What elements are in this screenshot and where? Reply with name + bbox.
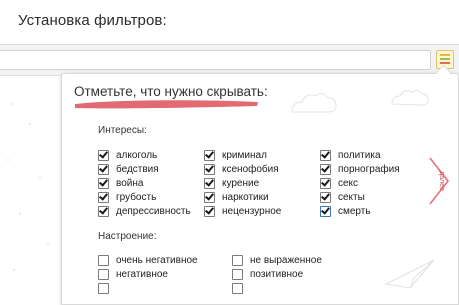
mood-option-very-negative[interactable]: очень негативное [98, 254, 198, 267]
filter-option-war[interactable]: война [98, 177, 143, 190]
checkbox[interactable] [320, 192, 331, 203]
filter-option-sects[interactable]: секты [320, 191, 365, 204]
checkbox[interactable] [98, 206, 109, 217]
checkbox[interactable] [98, 255, 109, 266]
paper-plane-decoration [384, 259, 435, 289]
checkbox[interactable] [232, 269, 243, 280]
mood-option-negative[interactable]: негативное [98, 268, 168, 281]
checkbox[interactable] [320, 178, 331, 189]
checkbox[interactable] [204, 150, 215, 161]
interests-label: Интересы: [98, 125, 147, 136]
checkbox[interactable] [98, 269, 109, 280]
filter-option-politics[interactable]: политика [320, 149, 381, 162]
checkbox[interactable] [232, 255, 243, 266]
filter-option-xenophobia[interactable]: ксенофобия [204, 163, 279, 176]
filter-option-death[interactable]: смерть [320, 205, 371, 218]
filter-option-alcohol[interactable]: алкоголь [98, 149, 157, 162]
filter-option-obscene[interactable]: нецензурное [204, 205, 281, 218]
checkbox[interactable] [98, 150, 109, 161]
checkbox[interactable] [98, 192, 109, 203]
filter-option-crime[interactable]: криминал [204, 149, 267, 162]
mood-option-partial-2[interactable] [232, 282, 250, 295]
checkbox[interactable] [204, 178, 215, 189]
page-title: Установка фильтров: [18, 12, 167, 29]
mood-option-partial[interactable] [98, 282, 116, 295]
checkbox[interactable] [98, 178, 109, 189]
checkbox[interactable] [98, 164, 109, 175]
filter-option-smoking[interactable]: курение [204, 177, 259, 190]
filter-option-depressiveness[interactable]: депрессивность [98, 205, 191, 218]
filter-popup: Отметьте, что нужно скрывать: Интересы: … [61, 73, 459, 305]
next-label: далее [438, 171, 445, 191]
checkbox[interactable] [98, 283, 109, 294]
filter-option-pornography[interactable]: порнография [320, 163, 400, 176]
filter-option-disasters[interactable]: бедствия [98, 163, 159, 176]
clouds-decoration [291, 89, 429, 113]
checkbox[interactable] [320, 164, 331, 175]
address-bar[interactable] [0, 50, 431, 70]
next-button[interactable]: далее [426, 156, 454, 206]
checkbox[interactable] [232, 283, 243, 294]
checkbox[interactable] [204, 192, 215, 203]
mood-label: Настроение: [98, 231, 157, 242]
mood-option-neutral[interactable]: не выраженное [232, 254, 322, 267]
checkbox[interactable] [320, 206, 331, 217]
mood-option-positive[interactable]: позитивное [232, 268, 303, 281]
filter-option-rudeness[interactable]: грубость [98, 191, 156, 204]
filter-option-drugs[interactable]: наркотики [204, 191, 269, 204]
filter-option-sex[interactable]: секс [320, 177, 358, 190]
checkbox[interactable] [320, 150, 331, 161]
background-pattern [7, 103, 49, 271]
brush-underline [75, 100, 258, 109]
checkbox[interactable] [204, 164, 215, 175]
checkbox[interactable] [204, 206, 215, 217]
